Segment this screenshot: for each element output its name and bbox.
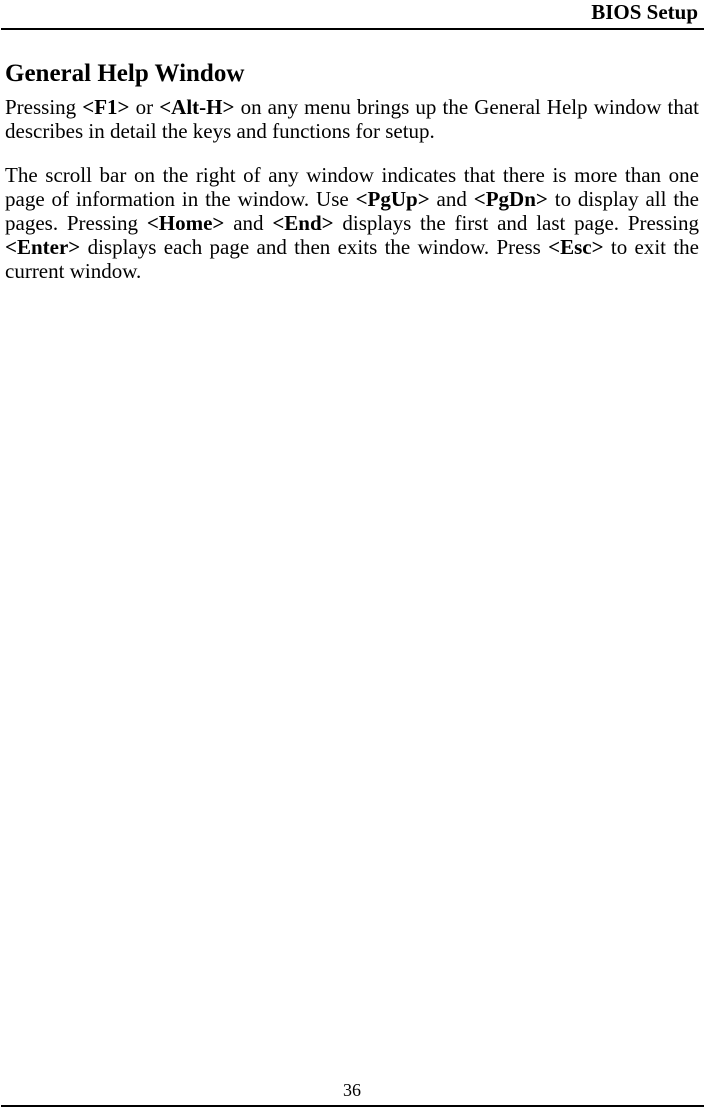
body-text: and <box>224 211 273 235</box>
key-name: <Esc> <box>548 235 604 259</box>
body-text: and <box>429 187 474 211</box>
body-text: or <box>129 95 160 119</box>
key-name: <PgDn> <box>473 187 548 211</box>
body-text: Pressing <box>5 95 83 119</box>
key-name: <Home> <box>146 211 225 235</box>
footer-rule <box>1 1105 704 1107</box>
header-rule <box>1 28 704 30</box>
paragraph-general-help: Pressing <F1> or <Alt-H> on any menu bri… <box>5 95 699 143</box>
body-text: displays each page and then exits the wi… <box>80 235 549 259</box>
running-header-title: BIOS Setup <box>591 0 698 24</box>
key-name: <F1> <box>82 95 130 119</box>
key-name: <PgUp> <box>355 187 430 211</box>
page-number: 36 <box>343 1080 361 1100</box>
body-text: displays the first and last page. Pressi… <box>333 211 699 235</box>
key-name: <Enter> <box>5 235 81 259</box>
key-name: <End> <box>272 211 334 235</box>
key-name: <Alt-H> <box>159 95 235 119</box>
paragraph-scroll-bar: The scroll bar on the right of any windo… <box>5 163 699 283</box>
section-title: General Help Window <box>5 60 245 87</box>
